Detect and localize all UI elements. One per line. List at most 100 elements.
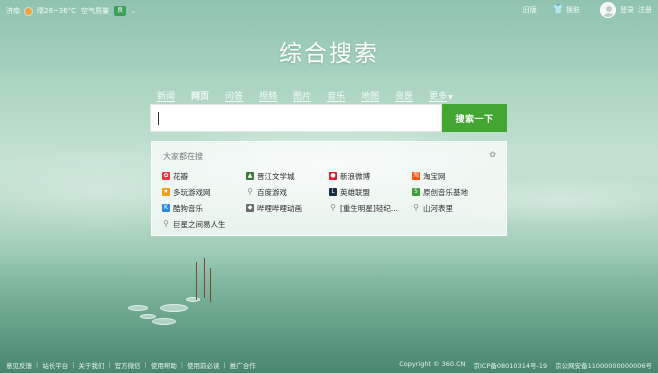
trending-item[interactable]: ★ 多玩游戏网 <box>162 184 246 200</box>
gear-icon[interactable]: ✿ <box>489 150 496 159</box>
skin-button[interactable]: 👕 换肤 <box>553 5 580 15</box>
sun-icon <box>25 7 32 15</box>
trending-item[interactable]: 5 原创音乐基地 <box>412 184 502 200</box>
weibo-icon: ● <box>329 172 337 180</box>
duowan-icon: ★ <box>162 188 170 196</box>
trending-item[interactable]: 淘淘宝网 <box>412 168 502 184</box>
chevron-down-icon[interactable]: ⌄ <box>131 8 136 15</box>
footer-links: 意见反馈 | 站长平台 | 关于我们 | 官方微信 | 使用帮助 | 使用前必读 | 推广合作 <box>6 360 256 370</box>
register-link[interactable]: 注册 <box>638 5 652 15</box>
lily-pad <box>128 305 148 311</box>
trending-panel: 大家都在搜 ✿ ✿ 花瓣 ▲ 晋江文学城 ● 新浪微博淘淘宝网 ★ 多玩游戏网 ⚲ 百度游戏 L 英雄… <box>151 141 507 236</box>
footer-separator: | <box>180 361 184 369</box>
trending-item[interactable]: ▲ 晋江文学城 <box>246 168 329 184</box>
tab-images[interactable]: 图片 <box>293 89 311 102</box>
tab-web[interactable]: 网页 <box>191 89 209 102</box>
footer-separator: | <box>144 361 147 369</box>
trending-item-label: 巨星之间易人生 <box>173 219 226 229</box>
jinjiang-icon: ▲ <box>246 172 254 180</box>
lily-pad <box>140 314 156 319</box>
tab-news[interactable]: 新闻 <box>157 89 175 102</box>
caret-down-icon: ▼ <box>448 94 453 101</box>
login-link[interactable]: 登录 <box>620 5 634 15</box>
trending-item[interactable]: ● 新浪微博 <box>329 168 412 184</box>
reed-stem <box>204 258 205 298</box>
trending-item-label: 淘宝网 <box>423 171 446 181</box>
top-bar: 济南 晴28~36°C 空气质量 良 ⌄ 旧版 👕 换肤 登录 注册 <box>0 0 658 24</box>
footer-separator: | <box>72 361 75 369</box>
trending-item-label: 原创音乐基地 <box>423 187 468 197</box>
footer-link[interactable]: 使用帮助 <box>151 360 177 370</box>
user-area: 旧版 👕 换肤 登录 注册 <box>523 2 652 18</box>
tab-qa[interactable]: 问答 <box>225 89 243 102</box>
search-icon: ⚲ <box>413 203 419 212</box>
search-category-tabs: 新闻 网页 问答 视频 图片 音乐 地图 良医 更多▼ <box>157 89 453 102</box>
footer-separator: | <box>36 361 39 369</box>
trending-item-label: [重生明星]轻纪... <box>340 203 399 213</box>
taobao-icon: 淘 <box>412 172 420 180</box>
icp-link[interactable]: 京ICP备08010314号-19 <box>474 360 548 370</box>
trending-item[interactable]: ◆ 哔哩哔哩动画 <box>246 200 329 216</box>
trending-item-label: 花瓣 <box>173 171 188 181</box>
copyright-text: Copyright © 360.CN <box>399 360 466 368</box>
trending-item-label: 晋江文学城 <box>257 171 295 181</box>
page-logo: 综合搜索 <box>279 41 379 67</box>
lily-pad <box>186 297 200 302</box>
old-version-link[interactable]: 旧版 <box>523 5 537 15</box>
trending-item-label: 多玩游戏网 <box>173 187 211 197</box>
bilibili-icon: ◆ <box>246 204 254 212</box>
reed-stem <box>210 268 211 302</box>
lily-pad <box>160 304 188 312</box>
footer-link[interactable]: 官方微信 <box>115 360 141 370</box>
footer-link[interactable]: 站长平台 <box>42 360 68 370</box>
trending-item-label: 新浪微博 <box>340 171 370 181</box>
search-input[interactable] <box>150 104 442 132</box>
kugou-icon: K <box>162 204 170 212</box>
tab-music[interactable]: 音乐 <box>327 89 345 102</box>
search-icon: ⚲ <box>163 219 169 228</box>
trending-item[interactable]: L 英雄联盟 <box>329 184 412 200</box>
footer-legal: Copyright © 360.CN 京ICP备08010314号-19 京公网… <box>399 360 652 370</box>
5sing-icon: 5 <box>412 188 420 196</box>
footer-separator: | <box>108 361 111 369</box>
huaban-icon: ✿ <box>162 172 170 180</box>
air-quality-label: 空气质量 <box>81 7 110 15</box>
tab-map[interactable]: 地图 <box>361 89 379 102</box>
trending-list: ✿ 花瓣 ▲ 晋江文学城 ● 新浪微博淘淘宝网 ★ 多玩游戏网 ⚲ 百度游戏 L 英雄联盟 5 原创音乐基… <box>162 168 502 232</box>
lol-icon: L <box>329 188 337 196</box>
trending-item-label: 山河表里 <box>423 203 453 213</box>
skin-label: 换肤 <box>566 6 580 14</box>
weather-widget[interactable]: 济南 晴28~36°C 空气质量 良 ⌄ <box>6 6 136 16</box>
avatar[interactable] <box>600 2 616 18</box>
trending-item[interactable]: ⚲ 巨星之间易人生 <box>162 216 246 232</box>
search-button[interactable]: 搜索一下 <box>442 104 507 132</box>
trending-item[interactable]: K 酷狗音乐 <box>162 200 246 216</box>
tab-more-label: 更多 <box>429 92 448 102</box>
trending-item-label: 英雄联盟 <box>340 187 370 197</box>
text-cursor <box>158 112 159 125</box>
tab-more[interactable]: 更多▼ <box>429 89 453 102</box>
footer-separator: | <box>223 361 226 369</box>
weather-text: 晴28~36°C <box>37 7 77 15</box>
footer-link[interactable]: 意见反馈 <box>6 360 32 370</box>
tab-video[interactable]: 视频 <box>259 89 277 102</box>
tab-doctor[interactable]: 良医 <box>395 89 413 102</box>
city-link[interactable]: 济南 <box>6 6 20 16</box>
trending-title: 大家都在搜 <box>163 152 203 161</box>
lily-pad <box>152 318 176 325</box>
search-icon: ⚲ <box>330 203 336 212</box>
trending-item-label: 百度游戏 <box>257 187 287 197</box>
footer-link[interactable]: 关于我们 <box>78 360 104 370</box>
background-lake <box>0 250 658 373</box>
police-record-link[interactable]: 京公网安备11000000000006号 <box>555 360 652 370</box>
trending-item[interactable]: ⚲ [重生明星]轻纪... <box>329 200 412 216</box>
footer-link[interactable]: 使用前必读 <box>187 360 220 370</box>
trending-item[interactable]: ⚲ 百度游戏 <box>246 184 329 200</box>
trending-item-label: 酷狗音乐 <box>173 203 203 213</box>
trending-item[interactable]: ✿ 花瓣 <box>162 168 246 184</box>
reed-stem <box>196 262 197 300</box>
search-icon: ⚲ <box>247 187 253 196</box>
air-quality-badge: 良 <box>114 6 127 16</box>
footer-link[interactable]: 推广合作 <box>230 360 256 370</box>
trending-item[interactable]: ⚲ 山河表里 <box>412 200 502 216</box>
